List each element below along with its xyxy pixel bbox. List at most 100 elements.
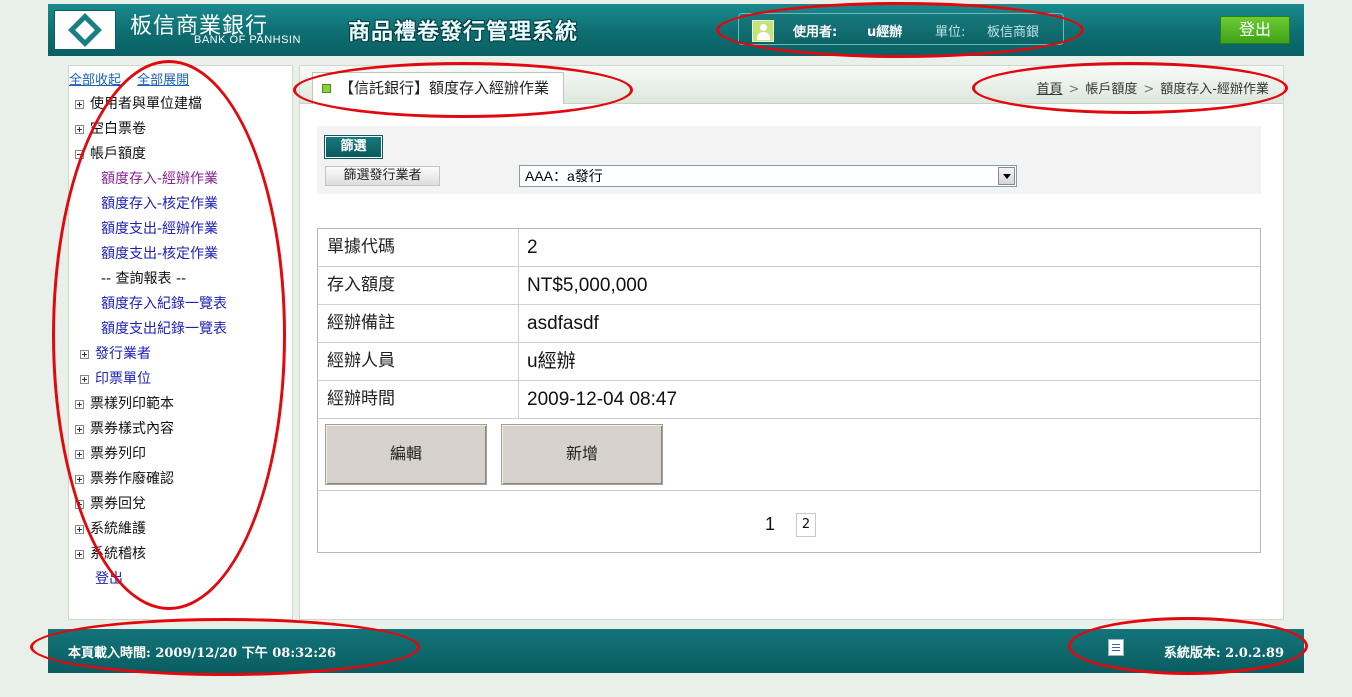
user-name: u經辦 <box>867 25 903 40</box>
sidebar-item-label: 票樣列印範本 <box>90 396 174 412</box>
page-load-time: 本頁載入時間: 2009/12/20 下午 08:32:26 <box>68 646 337 661</box>
field-value: 2009-12-04 08:47 <box>527 389 678 410</box>
field-label: 單據代碼 <box>318 229 519 266</box>
user-avatar-icon <box>752 20 774 42</box>
logout-button[interactable]: 登出 <box>1220 16 1290 44</box>
page-link-2[interactable]: 2 <box>796 513 816 537</box>
action-bar: 編輯 新增 <box>318 419 1260 491</box>
table-row: 經辦時間 2009-12-04 08:47 <box>318 381 1260 419</box>
sidebar-item-voucher-print[interactable]: 票券列印 <box>75 442 227 467</box>
detail-table: 單據代碼 2 存入額度 NT$5,000,000 經辦備註 asdfasdf 經… <box>317 228 1261 553</box>
field-label: 存入額度 <box>318 267 519 304</box>
table-row: 存入額度 NT$5,000,000 <box>318 267 1260 305</box>
sidebar-item-redemption[interactable]: 票券回兌 <box>75 492 227 517</box>
sidebar-item-label: 票券作廢確認 <box>90 471 174 487</box>
app-header: 板信商業銀行 BANK OF PANHSIN 商品禮卷發行管理系統 使用者: u… <box>48 4 1304 56</box>
breadcrumb-home-link[interactable]: 首頁 <box>1036 82 1062 97</box>
sidebar-link-expense-report[interactable]: 額度支出紀錄一覽表 <box>75 317 227 342</box>
breadcrumb-level1: 帳戶額度 <box>1085 82 1138 97</box>
sidebar-item-issuers[interactable]: 發行業者 <box>75 342 227 367</box>
issuer-select-value: AAA：a發行 <box>525 168 603 184</box>
expand-icon <box>75 475 84 484</box>
sidebar-item-label: 發行業者 <box>95 346 151 362</box>
sidebar-item-label: 印票單位 <box>95 371 151 387</box>
sidebar-item-label: 票券樣式內容 <box>90 421 174 437</box>
filter-panel: 篩選 篩選發行業者 AAA：a發行 <box>317 126 1261 194</box>
issuer-filter-label: 篩選發行業者 <box>325 166 440 186</box>
expand-icon <box>75 500 84 509</box>
sidebar-item-void-confirm[interactable]: 票券作廢確認 <box>75 467 227 492</box>
issuer-select[interactable]: AAA：a發行 <box>519 165 1017 187</box>
system-version: 系統版本: 2.0.2.89 <box>1163 646 1284 661</box>
expand-icon <box>75 100 84 109</box>
breadcrumb-level2: 額度存入-經辦作業 <box>1160 82 1269 97</box>
field-value: 2 <box>527 237 538 258</box>
field-label: 經辦備註 <box>318 305 519 342</box>
add-button[interactable]: 新增 <box>501 424 663 485</box>
sidebar-item-account-quota[interactable]: 帳戶額度 <box>75 142 227 167</box>
breadcrumb: 首頁 > 帳戶額度 > 額度存入-經辦作業 <box>1036 78 1269 97</box>
field-value: asdfasdf <box>527 313 599 334</box>
sidebar-item-label: 空白票卷 <box>90 121 146 137</box>
sidebar-logout-link[interactable]: 登出 <box>75 567 227 592</box>
sidebar-link-deposit-approve[interactable]: 額度存入-核定作業 <box>75 192 227 217</box>
app-footer: 本頁載入時間: 2009/12/20 下午 08:32:26 系統版本: 2.0… <box>48 629 1304 673</box>
sidebar-item-label: 票券回兌 <box>90 496 146 512</box>
breadcrumb-separator: > <box>1143 82 1155 97</box>
sidebar-link-expense-approve[interactable]: 額度支出-核定作業 <box>75 242 227 267</box>
user-info-box: 使用者: u經辦 單位: 板信商銀 <box>738 13 1064 45</box>
sidebar-item-print-templates[interactable]: 票樣列印範本 <box>75 392 227 417</box>
expand-icon <box>75 525 84 534</box>
unit-name: 板信商銀 <box>987 25 1040 40</box>
field-value: NT$5,000,000 <box>527 275 648 296</box>
sidebar-item-label: 系統稽核 <box>90 546 146 562</box>
page-current: 1 <box>765 514 776 534</box>
field-label: 經辦人員 <box>318 343 519 380</box>
document-icon <box>1108 639 1124 656</box>
collapse-icon <box>75 150 84 159</box>
sidebar-item-user-unit[interactable]: 使用者與單位建檔 <box>75 92 227 117</box>
page-title-tab: 【信託銀行】額度存入經辦作業 <box>312 72 565 104</box>
page-titlebar: 【信託銀行】額度存入經辦作業 首頁 > 帳戶額度 > 額度存入-經辦作業 <box>300 66 1283 104</box>
bullet-square-icon <box>322 84 331 93</box>
table-row: 經辦人員 u經辦 <box>318 343 1260 381</box>
breadcrumb-separator: > <box>1068 82 1080 97</box>
sidebar-item-blank-vouchers[interactable]: 空白票卷 <box>75 117 227 142</box>
collapse-all-link[interactable]: 全部收起 <box>69 73 121 88</box>
expand-icon <box>80 375 89 384</box>
sidebar-section-reports: -- 查詢報表 -- <box>101 271 187 287</box>
sidebar-item-label: 系統維護 <box>90 521 146 537</box>
tree-toggle-links: 全部收起 全部展開 <box>69 69 189 88</box>
sidebar-link-expense-clerk[interactable]: 額度支出-經辦作業 <box>75 217 227 242</box>
edit-button[interactable]: 編輯 <box>325 424 487 485</box>
sidebar-item-label: 帳戶額度 <box>90 146 146 162</box>
table-row: 經辦備註 asdfasdf <box>318 305 1260 343</box>
page-title: 【信託銀行】額度存入經辦作業 <box>339 79 550 97</box>
sidebar-nav: 全部收起 全部展開 使用者與單位建檔 空白票卷 帳戶額度 額度存入-經辦作業 額… <box>68 65 293 620</box>
diamond-logo-icon <box>68 13 102 47</box>
filter-badge: 篩選 <box>324 135 383 159</box>
expand-all-link[interactable]: 全部展開 <box>137 73 189 88</box>
unit-label: 單位: <box>935 25 966 40</box>
expand-icon <box>80 350 89 359</box>
dropdown-arrow-icon[interactable] <box>998 167 1015 185</box>
sidebar-item-voucher-styles[interactable]: 票券樣式內容 <box>75 417 227 442</box>
expand-icon <box>75 125 84 134</box>
main-content: 【信託銀行】額度存入經辦作業 首頁 > 帳戶額度 > 額度存入-經辦作業 篩選 篩選發行… <box>299 65 1284 620</box>
sidebar-item-system-maintenance[interactable]: 系統維護 <box>75 517 227 542</box>
expand-icon <box>75 450 84 459</box>
sidebar-link-deposit-clerk[interactable]: 額度存入-經辦作業 <box>75 167 227 192</box>
bank-name-en: BANK OF PANHSIN <box>194 34 301 46</box>
field-value: u經辦 <box>527 351 576 372</box>
bank-logo <box>54 10 116 50</box>
sidebar-item-print-units[interactable]: 印票單位 <box>75 367 227 392</box>
pagination: 1 2 <box>318 492 1260 552</box>
system-title: 商品禮卷發行管理系統 <box>348 19 579 45</box>
sidebar-item-label: 票券列印 <box>90 446 146 462</box>
sidebar-item-system-audit[interactable]: 系統稽核 <box>75 542 227 567</box>
field-label: 經辦時間 <box>318 381 519 418</box>
expand-icon <box>75 425 84 434</box>
sidebar-item-label: 使用者與單位建檔 <box>90 96 202 112</box>
sidebar-link-deposit-report[interactable]: 額度存入紀錄一覽表 <box>75 292 227 317</box>
nav-tree: 使用者與單位建檔 空白票卷 帳戶額度 額度存入-經辦作業 額度存入-核定作業 額… <box>75 92 227 592</box>
